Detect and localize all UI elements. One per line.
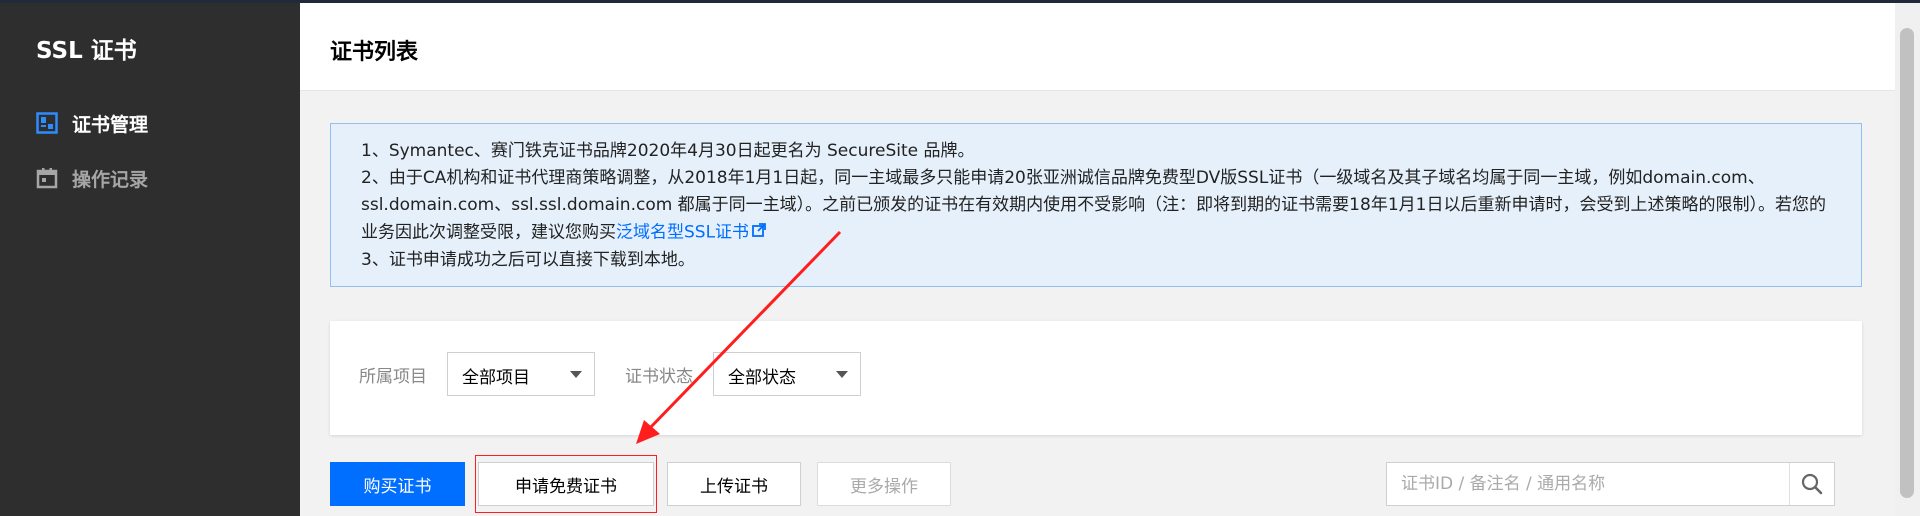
vertical-scrollbar[interactable] [1895,3,1920,516]
sidebar-title: SSL 证书 [36,38,137,64]
status-filter-label: 证书状态 [625,367,693,387]
scrollbar-thumb[interactable] [1900,28,1914,498]
chevron-down-icon [570,371,582,378]
sidebar-item-certificate-management[interactable]: 证书管理 [36,106,148,140]
notice-line-2: 2、由于CA机构和证书代理商策略调整，从2018年1月1日起，同一主域最多只能申… [361,165,1829,247]
page-header: 证书列表 [300,3,1895,91]
annotation-highlight-box [475,455,657,513]
wildcard-ssl-link[interactable]: 泛域名型SSL证书 [616,223,749,243]
project-select-value: 全部项目 [462,368,530,388]
upload-certificate-button[interactable]: 上传证书 [667,462,801,506]
calendar-icon [36,167,58,189]
search-box [1386,462,1835,506]
filter-panel: 所属项目 全部项目 证书状态 全部状态 [330,321,1862,435]
search-button[interactable] [1789,463,1834,505]
sidebar-item-operation-log[interactable]: 操作记录 [36,161,148,195]
chevron-down-icon [836,371,848,378]
status-select[interactable]: 全部状态 [713,352,861,396]
main-content: 证书列表 1、Symantec、赛门铁克证书品牌2020年4月30日起更名为 S… [300,3,1895,516]
search-icon [1801,473,1823,495]
notice-banner: 1、Symantec、赛门铁克证书品牌2020年4月30日起更名为 Secure… [330,123,1862,287]
sidebar: SSL 证书 证书管理 操作记录 [0,3,300,516]
notice-line-1: 1、Symantec、赛门铁克证书品牌2020年4月30日起更名为 Secure… [361,141,975,161]
project-select[interactable]: 全部项目 [447,352,595,396]
notice-line-3: 3、证书申请成功之后可以直接下载到本地。 [361,249,695,270]
sidebar-item-label: 操作记录 [72,168,149,191]
status-select-value: 全部状态 [728,368,796,388]
sidebar-item-label: 证书管理 [72,113,149,136]
page-title: 证书列表 [330,40,419,65]
more-actions-button[interactable]: 更多操作 [817,462,951,506]
project-filter-label: 所属项目 [359,367,427,387]
search-input[interactable] [1387,463,1787,505]
buy-certificate-button[interactable]: 购买证书 [330,462,465,506]
notice-line-2-text: 2、由于CA机构和证书代理商策略调整，从2018年1月1日起，同一主域最多只能申… [361,168,1826,243]
certificate-icon [36,112,58,134]
external-link-icon[interactable] [752,219,766,246]
